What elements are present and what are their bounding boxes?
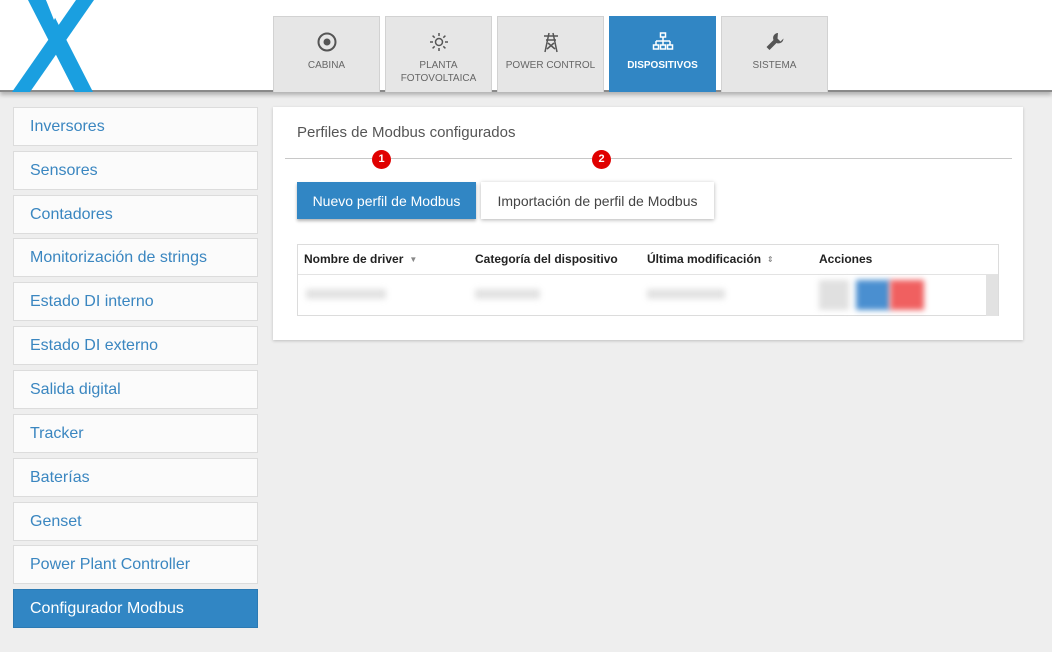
modbus-profiles-panel: Perfiles de Modbus configurados 1 2 Nuev… xyxy=(273,107,1023,340)
sidebar-item-estado-di-externo[interactable]: Estado DI externo xyxy=(13,326,258,365)
table-header-divider xyxy=(298,274,998,275)
sidebar-item-power-plant-controller[interactable]: Power Plant Controller xyxy=(13,545,258,584)
edit-button[interactable] xyxy=(856,280,890,310)
blurred-category xyxy=(475,289,540,299)
sidebar-item-label: Baterías xyxy=(30,469,90,486)
power-tower-icon xyxy=(540,31,562,53)
nav-tab-sistema[interactable]: SISTEMA xyxy=(721,16,828,92)
table-scrollbar[interactable] xyxy=(986,275,998,316)
blurred-driver-name xyxy=(306,289,386,299)
nav-tab-label: DISPOSITIVOS xyxy=(627,60,698,71)
import-modbus-profile-button[interactable]: Importación de perfil de Modbus xyxy=(481,182,714,219)
nav-tab-power-control[interactable]: POWER CONTROL xyxy=(497,16,604,92)
sun-icon xyxy=(428,31,450,53)
panel-title: Perfiles de Modbus configurados xyxy=(297,124,516,141)
column-header-label: Nombre de driver xyxy=(304,252,404,266)
sidebar-item-genset[interactable]: Genset xyxy=(13,502,258,541)
sidebar-item-salida-digital[interactable]: Salida digital xyxy=(13,370,258,409)
sidebar-item-label: Power Plant Controller xyxy=(30,556,191,573)
target-icon xyxy=(316,31,338,53)
column-header-device-category: Categoría del dispositivo xyxy=(475,245,618,274)
new-modbus-profile-button[interactable]: Nuevo perfil de Modbus xyxy=(297,182,476,219)
column-header-last-modified[interactable]: Última modificación ⇕ xyxy=(647,245,774,274)
sidebar-item-contadores[interactable]: Contadores xyxy=(13,195,258,234)
sidebar-item-monitorizacion-strings[interactable]: Monitorización de strings xyxy=(13,238,258,277)
sort-down-icon: ▼ xyxy=(409,255,418,264)
column-header-actions: Acciones xyxy=(819,245,872,274)
column-header-label: Última modificación xyxy=(647,252,762,266)
blurred-action-icon[interactable] xyxy=(819,280,849,310)
title-divider xyxy=(285,158,1012,159)
sidebar-item-label: Genset xyxy=(30,513,82,530)
column-header-driver-name[interactable]: Nombre de driver ▼ xyxy=(304,245,417,274)
nav-tab-planta-fotovoltaica[interactable]: PLANTA FOTOVOLTAICA xyxy=(385,16,492,92)
step-badge-1: 1 xyxy=(372,150,391,169)
nav-tab-label: PLANTA FOTOVOLTAICA xyxy=(400,60,477,84)
nav-tab-dispositivos[interactable]: DISPOSITIVOS xyxy=(609,16,716,92)
sidebar-item-label: Tracker xyxy=(30,425,84,442)
sort-both-icon: ⇕ xyxy=(767,255,774,264)
nav-tab-label: POWER CONTROL xyxy=(505,60,596,71)
sidebar-item-estado-di-interno[interactable]: Estado DI interno xyxy=(13,282,258,321)
sidebar-item-label: Configurador Modbus xyxy=(30,600,184,617)
delete-button[interactable] xyxy=(890,280,924,310)
nav-tab-label: CABINA xyxy=(307,60,346,71)
sidebar-item-configurador-modbus[interactable]: Configurador Modbus xyxy=(13,589,258,628)
step-badge-2: 2 xyxy=(592,150,611,169)
blurred-date xyxy=(647,289,725,299)
modbus-profiles-table: Nombre de driver ▼ Categoría del disposit… xyxy=(297,244,999,316)
sidebar-item-label: Salida digital xyxy=(30,381,121,398)
sidebar-item-sensores[interactable]: Sensores xyxy=(13,151,258,190)
column-header-label: Categoría del dispositivo xyxy=(475,252,618,266)
nav-tab-label: SISTEMA xyxy=(752,60,797,71)
sidebar-item-label: Estado DI interno xyxy=(30,293,154,310)
sidebar-item-label: Monitorización de strings xyxy=(30,249,207,266)
wrench-icon xyxy=(764,31,786,53)
sidebar-item-label: Contadores xyxy=(30,206,113,223)
brand-logo xyxy=(12,0,94,92)
sidebar-item-label: Inversores xyxy=(30,118,105,135)
sidebar-item-label: Estado DI externo xyxy=(30,337,159,354)
column-header-label: Acciones xyxy=(819,252,873,266)
sidebar-item-label: Sensores xyxy=(30,162,98,179)
sidebar-item-inversores[interactable]: Inversores xyxy=(13,107,258,146)
sidebar-item-tracker[interactable]: Tracker xyxy=(13,414,258,453)
network-icon xyxy=(652,31,674,53)
top-header: CABINA PLANTA FOTOVOLTAICA POWER CONTROL… xyxy=(0,0,1052,92)
sidebar-item-baterias[interactable]: Baterías xyxy=(13,458,258,497)
nav-tab-cabina[interactable]: CABINA xyxy=(273,16,380,92)
